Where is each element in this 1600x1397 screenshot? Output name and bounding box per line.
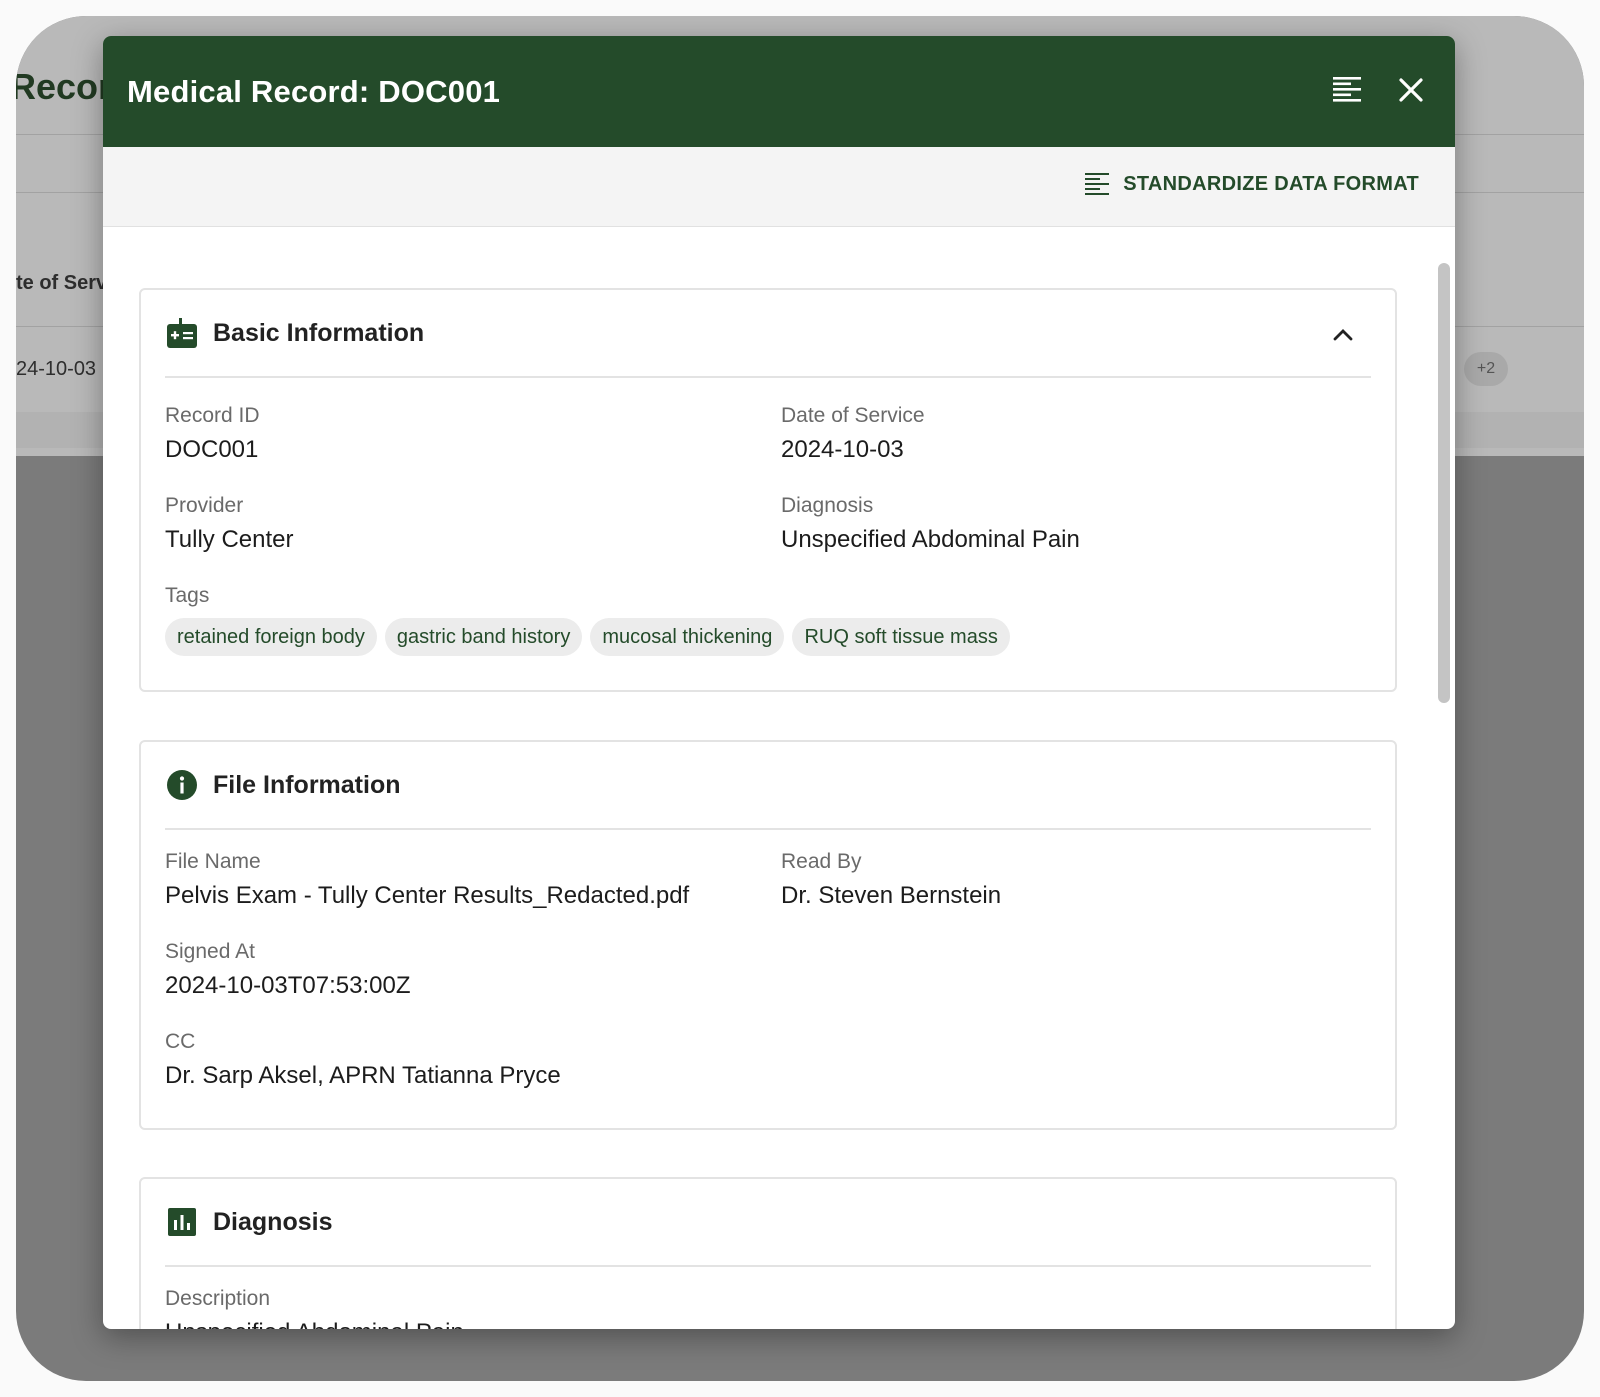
diagnosis-title: Diagnosis xyxy=(213,1207,333,1236)
dialog-header: Medical Record: DOC001 xyxy=(103,36,1455,147)
tags-field: Tags xyxy=(165,584,209,608)
record-id-value: DOC001 xyxy=(165,436,259,463)
basic-information-card: Basic Information Record ID DOC001 Date … xyxy=(139,288,1397,692)
description-field: Description Unspecified Abdominal Pain xyxy=(165,1287,464,1329)
diagnosis-value: Unspecified Abdominal Pain xyxy=(781,526,1080,553)
dialog-toolbar: STANDARDIZE DATA FORMAT xyxy=(103,147,1455,227)
cc-field: CC Dr. Sarp Aksel, APRN Tatianna Pryce xyxy=(165,1030,561,1090)
field-label: Signed At xyxy=(165,940,255,963)
file-name-field: File Name Pelvis Exam - Tully Center Res… xyxy=(165,850,689,910)
tag-list: retained foreign body gastric band histo… xyxy=(165,618,1010,656)
read-by-field: Read By Dr. Steven Bernstein xyxy=(781,850,1001,910)
dialog-content: Basic Information Record ID DOC001 Date … xyxy=(103,227,1455,1329)
dialog-title: Medical Record: DOC001 xyxy=(127,73,501,109)
chevron-up-icon[interactable] xyxy=(1329,320,1357,348)
file-information-header: File Information xyxy=(165,742,1371,830)
field-label: CC xyxy=(165,1030,196,1053)
format-align-icon xyxy=(1085,173,1110,195)
tag-chip[interactable]: RUQ soft tissue mass xyxy=(792,618,1010,656)
device-frame: Recor te of Serv 24-10-03 +2 Medical Rec… xyxy=(16,16,1584,1381)
background-column-header: te of Serv xyxy=(16,272,108,294)
background-page-title: Recor xyxy=(16,66,113,107)
field-label: File Name xyxy=(165,850,261,873)
date-of-service-field: Date of Service 2024-10-03 xyxy=(781,404,925,464)
field-label: Diagnosis xyxy=(781,494,874,517)
format-button[interactable] xyxy=(1325,68,1369,112)
close-button[interactable] xyxy=(1389,68,1433,112)
tag-chip[interactable]: mucosal thickening xyxy=(590,618,785,656)
standardize-label: STANDARDIZE DATA FORMAT xyxy=(1123,172,1419,195)
field-label: Tags xyxy=(165,584,210,607)
file-information-card: File Information File Name Pelvis Exam -… xyxy=(139,740,1397,1130)
bar-chart-icon xyxy=(165,1205,199,1239)
provider-field: Provider Tully Center xyxy=(165,494,293,554)
background-date-cell: 24-10-03 xyxy=(16,358,97,380)
basic-information-header[interactable]: Basic Information xyxy=(165,290,1371,378)
medical-id-icon xyxy=(165,316,199,350)
diagnosis-field: Diagnosis Unspecified Abdominal Pain xyxy=(781,494,1080,554)
field-label: Description xyxy=(165,1287,271,1310)
tag-chip[interactable]: gastric band history xyxy=(384,618,583,656)
medical-record-dialog: Medical Record: DOC001 STANDARDIZE DATA … xyxy=(103,36,1455,1329)
format-align-icon xyxy=(1333,77,1361,102)
diagnosis-card: Diagnosis Description Unspecified Abdomi… xyxy=(139,1177,1397,1329)
scrollbar-thumb[interactable] xyxy=(1438,263,1450,703)
file-information-title: File Information xyxy=(213,770,401,799)
date-of-service-value: 2024-10-03 xyxy=(781,436,904,463)
read-by-value: Dr. Steven Bernstein xyxy=(781,882,1002,909)
signed-at-field: Signed At 2024-10-03T07:53:00Z xyxy=(165,940,411,1000)
info-icon xyxy=(165,768,199,802)
field-label: Read By xyxy=(781,850,862,873)
provider-value: Tully Center xyxy=(165,526,294,553)
record-id-field: Record ID DOC001 xyxy=(165,404,260,464)
background-tags-count-badge: +2 xyxy=(1464,352,1508,386)
standardize-data-format-button[interactable]: STANDARDIZE DATA FORMAT xyxy=(1085,172,1419,196)
field-label: Record ID xyxy=(165,404,260,427)
field-label: Provider xyxy=(165,494,244,517)
diagnosis-header: Diagnosis xyxy=(165,1179,1371,1267)
description-value: Unspecified Abdominal Pain xyxy=(165,1319,464,1329)
tag-chip[interactable]: retained foreign body xyxy=(165,618,377,656)
field-label: Date of Service xyxy=(781,404,925,427)
cc-value: Dr. Sarp Aksel, APRN Tatianna Pryce xyxy=(165,1062,561,1089)
close-icon xyxy=(1399,78,1423,102)
file-name-value: Pelvis Exam - Tully Center Results_Redac… xyxy=(165,882,690,909)
basic-information-title: Basic Information xyxy=(213,318,425,347)
signed-at-value: 2024-10-03T07:53:00Z xyxy=(165,972,411,999)
